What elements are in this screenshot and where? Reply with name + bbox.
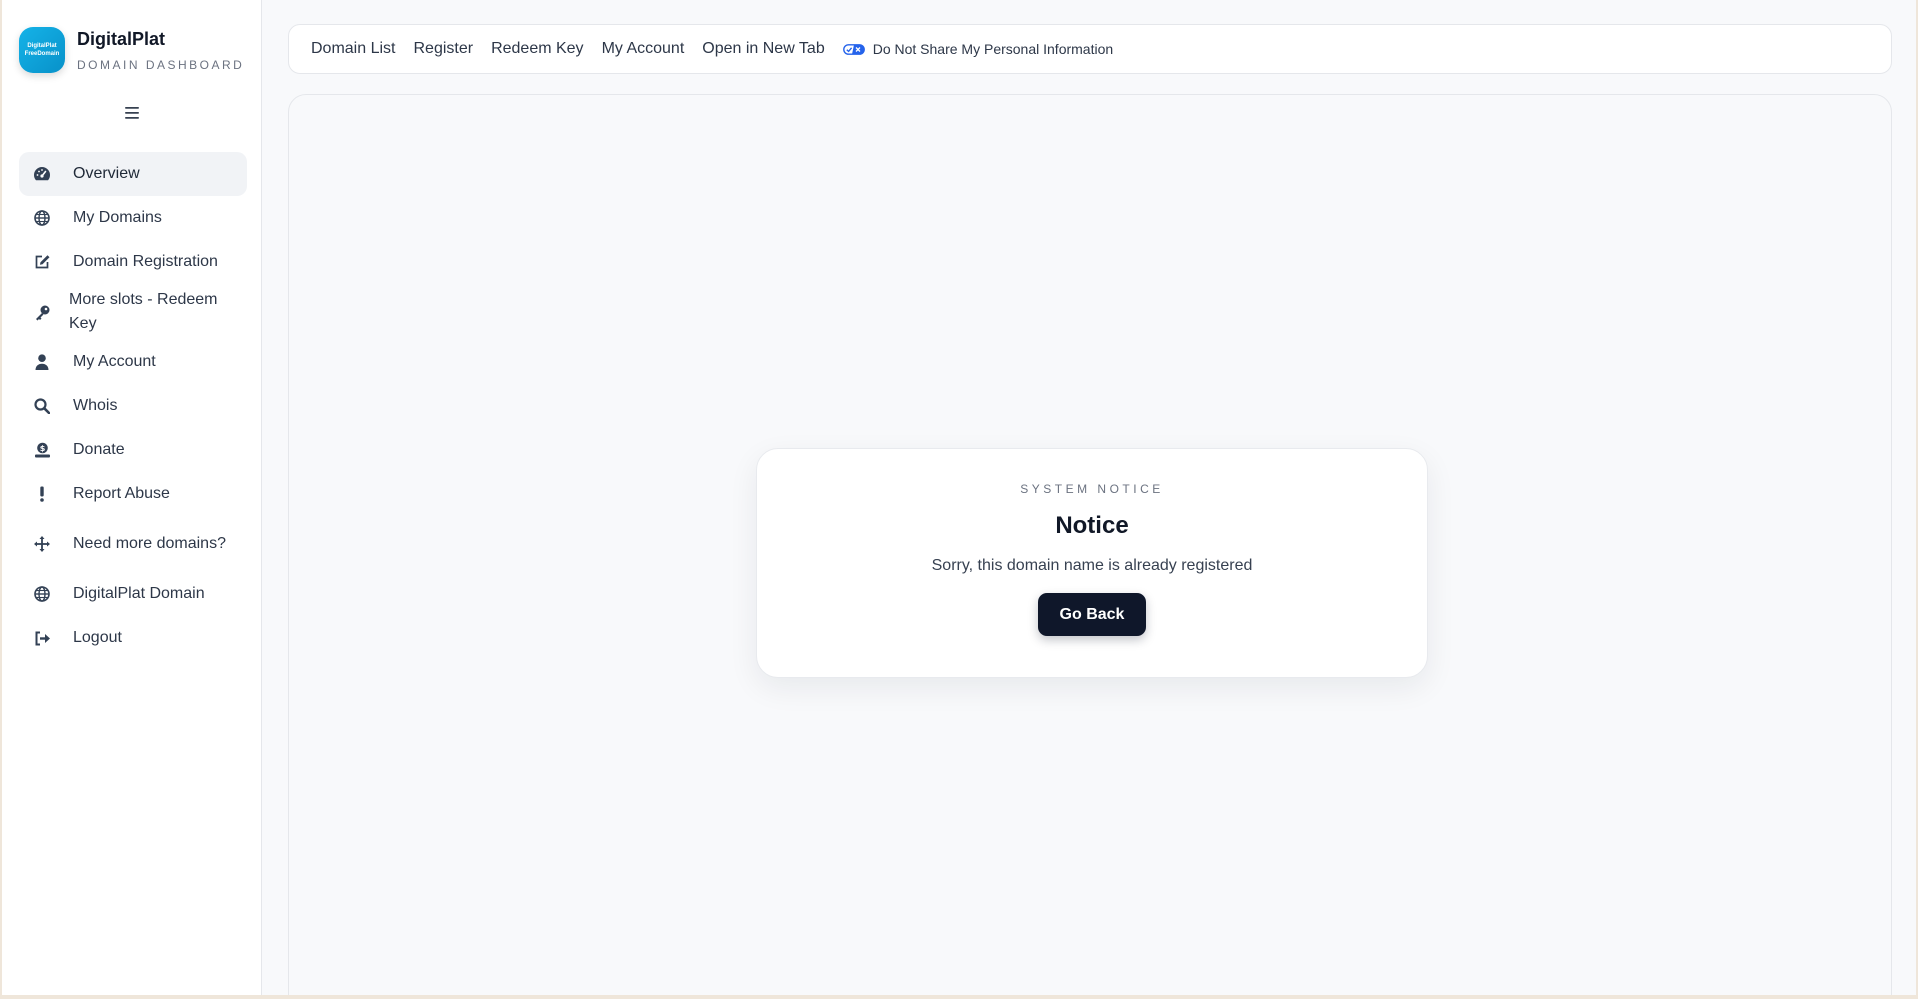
sidebar-item-label: My Domains bbox=[73, 209, 162, 226]
logo-line-2: FreeDomain bbox=[24, 51, 60, 57]
top-link-my-account[interactable]: My Account bbox=[602, 40, 685, 58]
privacy-toggle-icon bbox=[842, 43, 865, 55]
top-link-register[interactable]: Register bbox=[413, 40, 473, 58]
go-back-button[interactable]: Go Back bbox=[1038, 593, 1146, 636]
search-icon bbox=[33, 397, 51, 415]
sidebar-item-my-domains[interactable]: My Domains bbox=[19, 196, 247, 240]
sidebar-item-logout[interactable]: Logout bbox=[19, 616, 247, 660]
brand-name: DigitalPlat bbox=[77, 29, 166, 49]
key-icon bbox=[33, 303, 51, 321]
top-navigation: Domain List Register Redeem Key My Accou… bbox=[288, 24, 1892, 74]
sidebar-item-report-abuse[interactable]: Report Abuse bbox=[19, 472, 247, 516]
brand[interactable]: DigitalPlat FreeDomain DigitalPlat DOMAI… bbox=[19, 27, 244, 73]
sidebar-nav: Overview My Domains Domain Registration … bbox=[19, 152, 247, 660]
brand-subtitle: DOMAIN DASHBOARD bbox=[77, 58, 245, 72]
sidebar-item-label: Whois bbox=[73, 397, 118, 414]
edit-icon bbox=[33, 253, 51, 271]
sidebar-item-label: My Account bbox=[73, 353, 156, 370]
logo: DigitalPlat FreeDomain bbox=[19, 27, 65, 73]
arrows-icon bbox=[33, 535, 51, 553]
sidebar-item-label: Donate bbox=[73, 441, 125, 458]
sidebar-item-redeem-key[interactable]: More slots - Redeem Key bbox=[19, 284, 247, 340]
menu-toggle-button[interactable] bbox=[120, 101, 144, 125]
app-window: DigitalPlat FreeDomain DigitalPlat DOMAI… bbox=[2, 0, 1916, 995]
notice-eyebrow: SYSTEM NOTICE bbox=[1020, 482, 1164, 496]
logout-icon bbox=[33, 629, 51, 647]
sidebar-item-overview[interactable]: Overview bbox=[19, 152, 247, 196]
exclamation-icon bbox=[33, 485, 51, 503]
sidebar-item-label: DigitalPlat Domain bbox=[73, 585, 205, 602]
sidebar-item-label: More slots - Redeem Key bbox=[69, 291, 218, 332]
sidebar-item-my-account[interactable]: My Account bbox=[19, 340, 247, 384]
top-link-redeem-key[interactable]: Redeem Key bbox=[491, 40, 584, 58]
main-content: SYSTEM NOTICE Notice Sorry, this domain … bbox=[288, 94, 1892, 995]
sidebar-item-digitalplat-domain[interactable]: DigitalPlat Domain bbox=[19, 572, 247, 616]
svg-text:$: $ bbox=[39, 444, 45, 453]
gauge-icon bbox=[33, 165, 51, 183]
sidebar-item-whois[interactable]: Whois bbox=[19, 384, 247, 428]
sidebar-item-domain-registration[interactable]: Domain Registration bbox=[19, 240, 247, 284]
globe-icon bbox=[33, 209, 51, 227]
privacy-choices-link[interactable]: Do Not Share My Personal Information bbox=[842, 41, 1114, 57]
brand-text: DigitalPlat DOMAIN DASHBOARD bbox=[77, 28, 244, 72]
sidebar-item-label: Overview bbox=[73, 165, 140, 182]
donate-icon: $ bbox=[33, 441, 51, 459]
privacy-choices-label: Do Not Share My Personal Information bbox=[872, 41, 1114, 57]
logo-line-1: DigitalPlat bbox=[27, 43, 57, 49]
sidebar-item-label: Need more domains? bbox=[73, 535, 226, 552]
sidebar-item-label: Domain Registration bbox=[73, 253, 218, 270]
sidebar: DigitalPlat FreeDomain DigitalPlat DOMAI… bbox=[2, 0, 262, 995]
sidebar-item-donate[interactable]: $ Donate bbox=[19, 428, 247, 472]
globe-icon bbox=[33, 585, 51, 603]
top-link-domain-list[interactable]: Domain List bbox=[311, 40, 395, 58]
notice-message: Sorry, this domain name is already regis… bbox=[931, 557, 1253, 574]
sidebar-item-need-more-domains[interactable]: Need more domains? bbox=[19, 516, 247, 572]
notice-title: Notice bbox=[1055, 512, 1129, 539]
notice-card: SYSTEM NOTICE Notice Sorry, this domain … bbox=[756, 448, 1428, 678]
user-icon bbox=[33, 353, 51, 371]
hamburger-icon bbox=[125, 107, 139, 119]
sidebar-item-label: Report Abuse bbox=[73, 485, 170, 502]
top-link-open-in-new-tab[interactable]: Open in New Tab bbox=[702, 40, 824, 58]
sidebar-item-label: Logout bbox=[73, 629, 122, 646]
